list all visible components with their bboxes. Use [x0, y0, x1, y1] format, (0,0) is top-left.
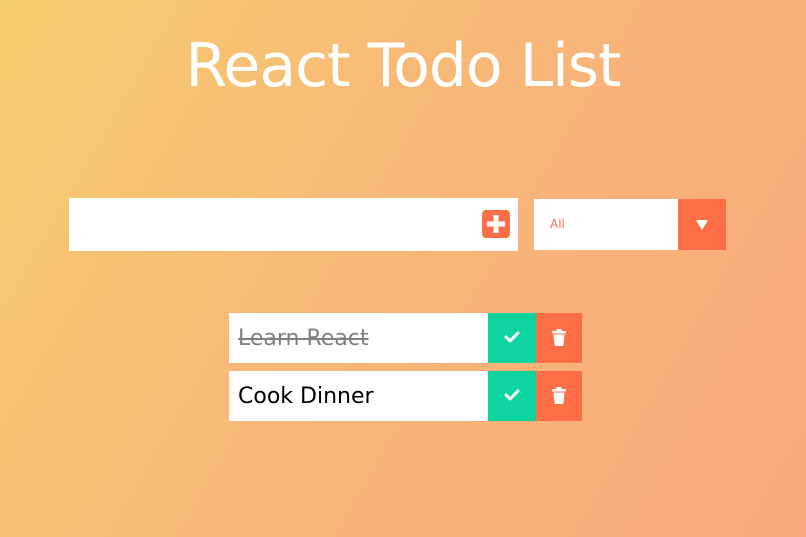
complete-button[interactable]: [488, 371, 536, 421]
trash-icon: [552, 387, 566, 404]
filter-selected-value: All: [550, 217, 565, 231]
todo-list: Learn React Cook Dinner: [229, 313, 582, 429]
trash-icon: [552, 329, 566, 346]
page-title: React Todo List: [185, 31, 621, 101]
filter-dropdown-button[interactable]: [678, 199, 726, 250]
check-icon: [504, 389, 520, 401]
complete-button[interactable]: [488, 313, 536, 363]
check-icon: [504, 331, 520, 343]
todo-item: Learn React: [229, 313, 582, 363]
filter-select[interactable]: All: [534, 199, 726, 250]
delete-button[interactable]: [536, 313, 582, 363]
todo-input[interactable]: [69, 198, 469, 251]
todo-text: Cook Dinner: [238, 384, 374, 409]
delete-button[interactable]: [536, 371, 582, 421]
todo-item: Cook Dinner: [229, 371, 582, 421]
todo-text: Learn React: [238, 326, 369, 351]
caret-down-icon: [696, 220, 708, 230]
add-todo-button[interactable]: [482, 210, 510, 238]
todo-input-container: [69, 198, 518, 251]
plus-icon: [487, 215, 505, 233]
